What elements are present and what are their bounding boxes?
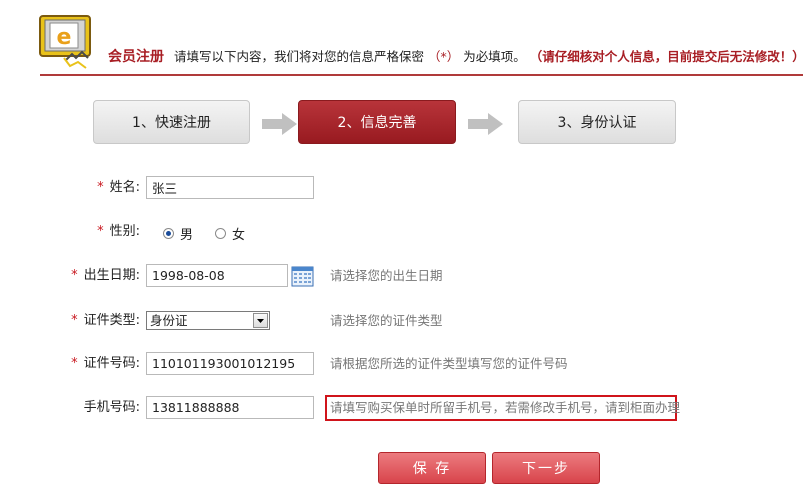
header-warning: （请仔细核对个人信息，目前提交后无法修改！）: [529, 49, 803, 64]
gender-label: * 性别:: [97, 224, 140, 239]
step-arrow-icon: [262, 113, 297, 135]
page-header: 会员注册 请填写以下内容，我们将对您的信息严格保密 （*） 为必填项。 （请仔细…: [108, 46, 803, 66]
id-number-label: * 证件号码:: [71, 356, 140, 371]
step-arrow-icon: [468, 113, 503, 135]
step-quick-register: 1、快速注册: [93, 100, 250, 144]
id-type-value: 身份证: [150, 313, 188, 328]
id-type-label: * 证件类型:: [71, 313, 140, 328]
app-logo: e: [38, 14, 94, 70]
chevron-down-icon[interactable]: [253, 313, 268, 328]
radio-unchecked-icon: [215, 228, 226, 239]
step-complete-info: 2、信息完善: [298, 100, 456, 144]
page-title: 会员注册: [108, 49, 164, 65]
header-description-end: 为必填项。: [463, 49, 526, 64]
gender-male-radio[interactable]: 男: [163, 224, 193, 243]
svg-text:e: e: [57, 25, 72, 50]
id-number-hint: 请根据您所选的证件类型填写您的证件号码: [330, 356, 568, 371]
gender-male-label: 男: [180, 228, 194, 243]
gender-female-label: 女: [232, 228, 246, 243]
phone-label: 手机号码:: [83, 400, 140, 415]
id-number-input[interactable]: [146, 352, 314, 375]
header-description: 请填写以下内容，我们将对您的信息严格保密: [173, 49, 424, 64]
gender-female-radio[interactable]: 女: [215, 224, 245, 243]
birth-label: * 出生日期:: [71, 268, 140, 283]
required-mark-note: （*）: [427, 49, 460, 64]
step-identity-verify: 3、身份认证: [518, 100, 676, 144]
birth-date-input[interactable]: [146, 264, 288, 287]
birth-hint: 请选择您的出生日期: [330, 268, 443, 283]
id-type-hint: 请选择您的证件类型: [330, 313, 443, 328]
name-label: * 姓名:: [97, 180, 140, 195]
radio-checked-icon: [163, 228, 174, 239]
name-input[interactable]: [146, 176, 314, 199]
save-button[interactable]: 保 存: [378, 452, 486, 484]
id-type-select[interactable]: 身份证: [146, 311, 270, 330]
phone-input[interactable]: [146, 396, 314, 419]
calendar-icon[interactable]: [291, 265, 314, 287]
header-divider: [40, 74, 803, 76]
next-step-button[interactable]: 下一步: [492, 452, 600, 484]
phone-hint: 请填写购买保单时所留手机号，若需修改手机号，请到柜面办理: [330, 400, 681, 415]
